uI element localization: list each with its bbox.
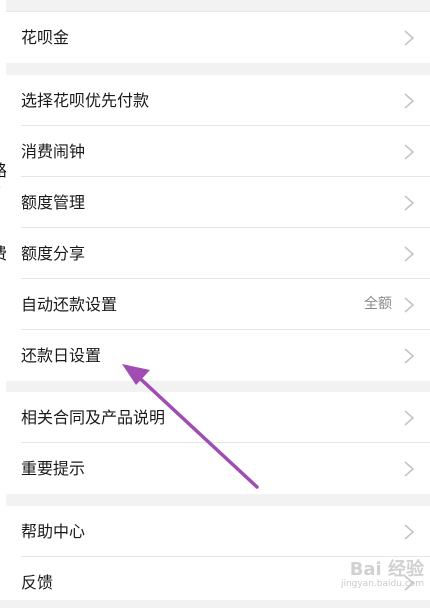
chevron-right-icon: [404, 297, 415, 313]
edge-char: 0: [0, 178, 1, 197]
list-item-label: 额度分享: [21, 244, 86, 263]
list-item-credit-management[interactable]: 额度管理: [6, 177, 430, 228]
list-item-huabei-gold[interactable]: 花呗金: [6, 12, 430, 63]
watermark: Bai 经验 jingyan.baidu.com: [341, 560, 424, 590]
list-item-credit-sharing[interactable]: 额度分享: [6, 228, 430, 279]
chevron-right-icon: [404, 195, 415, 211]
list-item-label: 花呗金: [21, 28, 70, 47]
chevron-right-icon: [404, 461, 415, 477]
edge-char: n: [0, 344, 1, 363]
watermark-logo: Bai 经验: [349, 559, 424, 581]
chevron-right-icon: [404, 93, 415, 109]
list-item-priority-payment[interactable]: 选择花呗优先付款: [6, 75, 430, 126]
list-item-label: 消费闹钟: [21, 142, 86, 161]
list-item-label: 反馈: [21, 573, 54, 592]
background-page-edge: 路 0 费 e n: [0, 0, 6, 600]
chevron-right-icon: [404, 524, 415, 540]
watermark-url: jingyan.baidu.com: [340, 579, 424, 590]
list-item-label: 选择花呗优先付款: [21, 91, 150, 110]
list-item-label: 还款日设置: [21, 346, 102, 365]
auto-repayment-value: 全额: [364, 296, 392, 312]
list-item-auto-repayment[interactable]: 自动还款设置 全额: [6, 279, 430, 330]
list-item-important-notice[interactable]: 重要提示: [6, 443, 430, 494]
chevron-right-icon: [404, 348, 415, 364]
list-item-contracts[interactable]: 相关合同及产品说明: [6, 392, 430, 443]
chevron-right-icon: [404, 144, 415, 160]
chevron-right-icon: [404, 246, 415, 262]
list-item-label: 额度管理: [21, 193, 86, 212]
list-item-repayment-date[interactable]: 还款日设置: [6, 330, 430, 381]
list-item-spending-alarm[interactable]: 消费闹钟: [6, 126, 430, 177]
chevron-right-icon: [404, 30, 415, 46]
list-item-help-center[interactable]: 帮助中心: [6, 506, 430, 557]
list-item-label: 自动还款设置: [21, 295, 118, 314]
list-item-label: 相关合同及产品说明: [21, 408, 166, 427]
list-item-label: 重要提示: [21, 459, 86, 478]
list-item-label: 帮助中心: [21, 522, 86, 541]
chevron-right-icon: [404, 410, 415, 426]
edge-char: e: [0, 303, 1, 322]
edge-char: 费: [0, 240, 6, 264]
